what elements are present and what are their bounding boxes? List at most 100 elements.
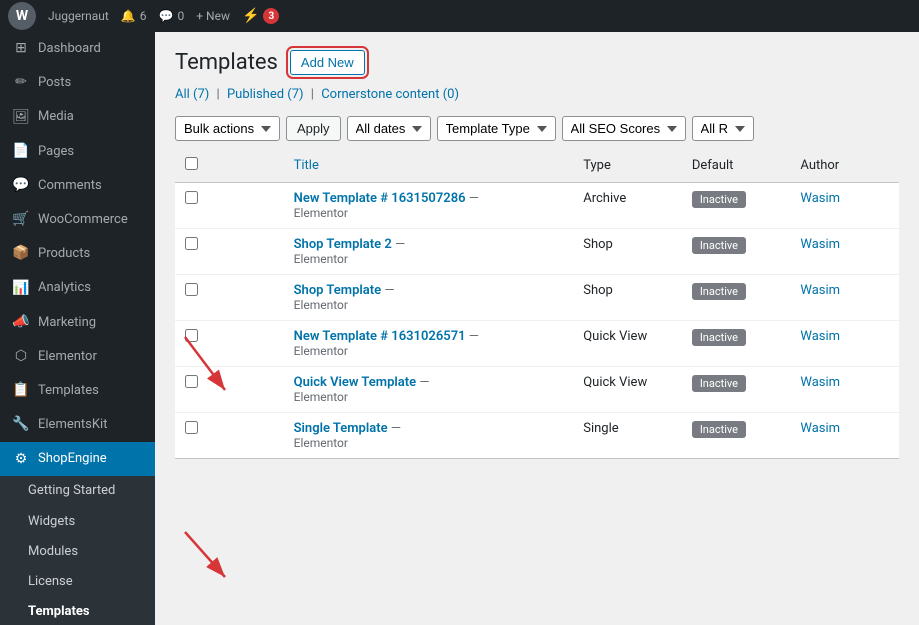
sidebar-label-license: License <box>28 573 73 591</box>
add-new-button[interactable]: Add New <box>290 50 365 75</box>
woocommerce-icon: 🛒 <box>12 211 30 229</box>
apply-button[interactable]: Apply <box>286 116 341 141</box>
sidebar-item-elementor[interactable]: ⬡ Elementor <box>0 340 155 374</box>
all-dates-select[interactable]: All dates <box>347 116 431 141</box>
sidebar-item-license[interactable]: License <box>0 567 155 597</box>
type-header: Type <box>573 149 682 183</box>
new-content-link[interactable]: + New <box>196 9 230 23</box>
sidebar-label-media: Media <box>38 108 74 126</box>
sub-nav-all[interactable]: All (7) <box>175 87 209 102</box>
row-checkbox[interactable] <box>185 375 198 388</box>
template-title-cell: New Template # 1631507286 —Elementor <box>284 183 574 229</box>
sidebar-item-products[interactable]: 📦 Products <box>0 237 155 271</box>
bulk-actions-select[interactable]: Bulk actions <box>175 116 280 141</box>
sidebar-item-marketing[interactable]: 📣 Marketing <box>0 306 155 340</box>
row-checkbox[interactable] <box>185 283 198 296</box>
author-link[interactable]: Wasim <box>800 191 840 206</box>
main-layout: ⊞ Dashboard ✏ Posts 🖼 Media 📄 Pages 💬 Co… <box>0 32 919 625</box>
sidebar-label-se-templates: Templates <box>28 603 90 621</box>
template-type-cell: Shop <box>573 229 682 275</box>
template-type-cell: Archive <box>573 183 682 229</box>
plugin-icon: ⚡ <box>242 8 259 24</box>
author-link[interactable]: Wasim <box>800 421 840 436</box>
sidebar-item-templates[interactable]: 📋 Templates <box>0 374 155 408</box>
table-header-row: Title Type Default Author <box>175 149 899 183</box>
template-title-link[interactable]: Shop Template <box>294 283 382 298</box>
media-icon: 🖼 <box>12 108 30 126</box>
template-type-cell: Quick View <box>573 321 682 367</box>
template-subtitle: Elementor <box>294 436 564 450</box>
sidebar-item-analytics[interactable]: 📊 Analytics <box>0 271 155 305</box>
title-sort-link[interactable]: Title <box>294 158 319 173</box>
select-all-checkbox[interactable] <box>185 157 198 170</box>
template-title-link[interactable]: Single Template <box>294 421 388 436</box>
messages-link[interactable]: 💬 0 <box>159 9 185 23</box>
template-default-cell: Inactive <box>682 413 791 459</box>
table-row: Shop Template 2 —ElementorShopInactiveWa… <box>175 229 899 275</box>
comment-icon: 🔔 <box>121 9 136 23</box>
all-r-select[interactable]: All R <box>692 116 754 141</box>
elementor-icon: ⬡ <box>12 348 30 366</box>
template-author-cell: Wasim <box>790 183 899 229</box>
sidebar-item-media[interactable]: 🖼 Media <box>0 100 155 134</box>
template-title-cell: Single Template —Elementor <box>284 413 574 459</box>
templates-table: Title Type Default Author New Template #… <box>175 149 899 459</box>
sidebar-label-elementskit: ElementsKit <box>38 416 107 434</box>
sidebar-item-elementskit[interactable]: 🔧 ElementsKit <box>0 408 155 442</box>
template-title-link[interactable]: New Template # 1631026571 <box>294 329 466 344</box>
sidebar: ⊞ Dashboard ✏ Posts 🖼 Media 📄 Pages 💬 Co… <box>0 32 155 625</box>
content-area: Templates Add New All (7) | Published (7… <box>155 32 919 625</box>
template-author-cell: Wasim <box>790 367 899 413</box>
sidebar-item-modules[interactable]: Modules <box>0 537 155 567</box>
inactive-badge: Inactive <box>692 421 746 438</box>
template-title-link[interactable]: Shop Template 2 <box>294 237 392 252</box>
comments-link[interactable]: 🔔 6 <box>121 9 147 23</box>
row-checkbox[interactable] <box>185 237 198 250</box>
marketing-icon: 📣 <box>12 314 30 332</box>
sub-nav-cornerstone[interactable]: Cornerstone content (0) <box>321 87 459 102</box>
table-row: Quick View Template —ElementorQuick View… <box>175 367 899 413</box>
sidebar-item-dashboard[interactable]: ⊞ Dashboard <box>0 32 155 66</box>
sub-nav-published[interactable]: Published (7) <box>227 87 304 102</box>
template-default-cell: Inactive <box>682 367 791 413</box>
sidebar-item-comments[interactable]: 💬 Comments <box>0 169 155 203</box>
sidebar-label-modules: Modules <box>28 543 78 561</box>
template-author-cell: Wasim <box>790 229 899 275</box>
title-header: Title <box>284 149 574 183</box>
template-title-cell: Quick View Template —Elementor <box>284 367 574 413</box>
shopengine-icon: ⚙ <box>12 450 30 468</box>
author-link[interactable]: Wasim <box>800 283 840 298</box>
template-type-cell: Single <box>573 413 682 459</box>
author-link[interactable]: Wasim <box>800 375 840 390</box>
author-link[interactable]: Wasim <box>800 329 840 344</box>
sidebar-label-pages: Pages <box>38 143 74 161</box>
sidebar-item-se-templates[interactable]: Templates <box>0 597 155 625</box>
seo-scores-select[interactable]: All SEO Scores <box>562 116 686 141</box>
sidebar-label-woocommerce: WooCommerce <box>38 211 128 229</box>
table-row: New Template # 1631026571 —ElementorQuic… <box>175 321 899 367</box>
template-author-cell: Wasim <box>790 275 899 321</box>
wp-logo-icon[interactable]: W <box>8 2 36 30</box>
plugin-icon-link[interactable]: ⚡ 3 <box>242 8 279 24</box>
site-name-link[interactable]: Juggernaut <box>48 9 109 23</box>
row-checkbox[interactable] <box>185 191 198 204</box>
template-subtitle: Elementor <box>294 252 564 266</box>
template-title-cell: Shop Template 2 —Elementor <box>284 229 574 275</box>
template-type-select[interactable]: Template Type <box>437 116 556 141</box>
author-link[interactable]: Wasim <box>800 237 840 252</box>
row-checkbox[interactable] <box>185 421 198 434</box>
sidebar-item-pages[interactable]: 📄 Pages <box>0 135 155 169</box>
template-title-link[interactable]: New Template # 1631507286 <box>294 191 466 206</box>
row-checkbox[interactable] <box>185 329 198 342</box>
sidebar-item-shopengine[interactable]: ⚙ ShopEngine <box>0 442 155 476</box>
elementskit-icon: 🔧 <box>12 416 30 434</box>
messages-count: 0 <box>178 9 185 23</box>
sidebar-item-getting-started[interactable]: Getting Started <box>0 476 155 506</box>
template-title-link[interactable]: Quick View Template <box>294 375 417 390</box>
sidebar-item-woocommerce[interactable]: 🛒 WooCommerce <box>0 203 155 237</box>
sidebar-item-widgets[interactable]: Widgets <box>0 507 155 537</box>
notification-badge: 3 <box>263 8 279 24</box>
sub-nav-sep1: | <box>217 87 223 102</box>
sidebar-item-posts[interactable]: ✏ Posts <box>0 66 155 100</box>
content-wrapper: Title Type Default Author New Template #… <box>155 149 919 459</box>
